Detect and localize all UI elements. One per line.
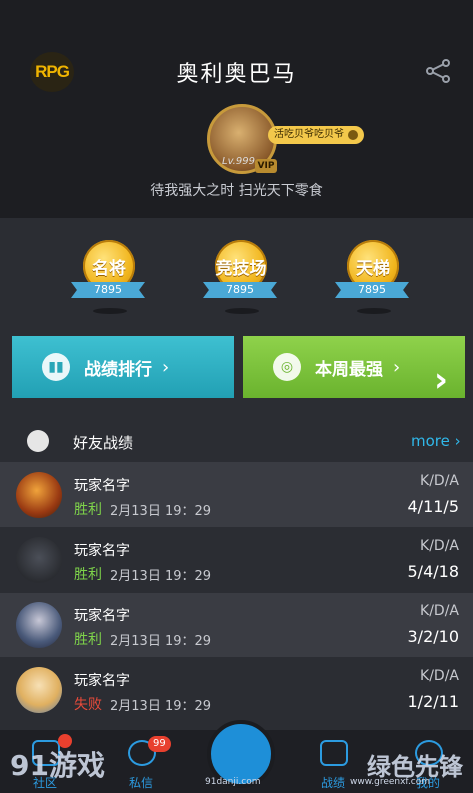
badge-shadow [225, 308, 259, 314]
badge-value: 7895 [71, 282, 145, 298]
weekly-best-label: 本周最强 [315, 359, 383, 380]
match-result: 胜利 [74, 632, 102, 648]
player-name: 玩家名字 [74, 673, 130, 689]
rank-button-label: 战绩排行 [84, 359, 152, 380]
badge-shadow [357, 308, 391, 314]
list-item[interactable]: 玩家名字 胜利 2月13日 19：29 K/D/A 3/2/10 [0, 593, 473, 657]
kda-label: K/D/A [420, 603, 459, 619]
kda-value: 3/2/10 [407, 627, 460, 646]
kda-value: 1/2/11 [407, 692, 460, 711]
chevron-right-icon: › [162, 356, 170, 378]
match-date: 2月13日 19：29 [110, 504, 212, 519]
honor-badges: 名将 7895 竞技场 7895 天梯 7895 [0, 218, 473, 334]
share-icon[interactable] [424, 58, 452, 84]
badge-ladder[interactable]: 天梯 7895 [335, 230, 409, 320]
page-title: 奥利奥巴马 [176, 62, 297, 87]
section-title: 好友战绩 [73, 434, 134, 452]
badge-shadow [93, 308, 127, 314]
match-result: 胜利 [74, 502, 102, 518]
user-motto: 待我强大之时 扫光天下零食 [150, 183, 323, 199]
more-link[interactable]: more › [411, 432, 461, 450]
badge-arena[interactable]: 竞技场 7895 [203, 230, 277, 320]
vip-badge: VIP [255, 159, 277, 173]
user-level: Lv.999 [222, 156, 255, 167]
kda-label: K/D/A [420, 538, 459, 554]
kda-value: 5/4/18 [407, 562, 460, 581]
player-avatar [16, 667, 62, 713]
list-item[interactable]: 玩家名字 胜利 2月13日 19：29 K/D/A 5/4/18 [0, 528, 473, 592]
friends-icon [27, 430, 49, 452]
badge-name: 天梯 [356, 258, 390, 279]
watermark-left-sub: 91danji.com [205, 777, 261, 787]
watermark-left: 91游戏 [10, 749, 105, 782]
more-label: more [411, 432, 450, 450]
pill-dot-icon [348, 130, 358, 140]
player-name: 玩家名字 [74, 478, 130, 494]
badge-value: 7895 [335, 282, 409, 298]
rank-button[interactable]: ▮▮ 战绩排行 › [12, 336, 234, 398]
player-name: 玩家名字 [74, 543, 130, 559]
bar-chart-icon: ▮▮ [42, 353, 70, 381]
watermark-right-sub: www.greenxf.com [350, 777, 431, 787]
avatar-pill: 活吃贝爷吃贝爷 [268, 126, 364, 144]
kda-label: K/D/A [420, 473, 459, 489]
player-avatar [16, 537, 62, 583]
friends-section-header: 好友战绩 more › [0, 422, 473, 463]
next-page-arrow-icon[interactable]: › [434, 360, 448, 400]
weekly-best-button[interactable]: ◎ 本周最强 › [243, 336, 465, 398]
kda-label: K/D/A [420, 668, 459, 684]
player-avatar [16, 602, 62, 648]
badge-value: 7895 [203, 282, 277, 298]
badge-name: 名将 [92, 258, 126, 279]
match-date: 2月13日 19：29 [110, 634, 212, 649]
badge-mingjiang[interactable]: 名将 7895 [71, 230, 145, 320]
match-date: 2月13日 19：29 [110, 569, 212, 584]
chevron-right-icon: › [393, 356, 401, 378]
kda-value: 4/11/5 [407, 497, 460, 516]
match-date: 2月13日 19：29 [110, 699, 212, 714]
player-name: 玩家名字 [74, 608, 130, 624]
match-result: 胜利 [74, 567, 102, 583]
profile-header: RPG 奥利奥巴马 活吃贝爷吃贝爷 Lv.999 VIP 待我强大之时 扫光天下… [0, 0, 473, 218]
match-result: 失败 [74, 697, 102, 713]
badge-name: 竞技场 [215, 258, 267, 279]
player-avatar [16, 472, 62, 518]
list-item[interactable]: 玩家名字 胜利 2月13日 19：29 K/D/A 4/11/5 [0, 463, 473, 527]
avatar-pill-text: 活吃贝爷吃贝爷 [274, 129, 344, 140]
medal-icon: ◎ [273, 353, 301, 381]
list-item[interactable]: 玩家名字 失败 2月13日 19：29 K/D/A 1/2/11 [0, 658, 473, 722]
